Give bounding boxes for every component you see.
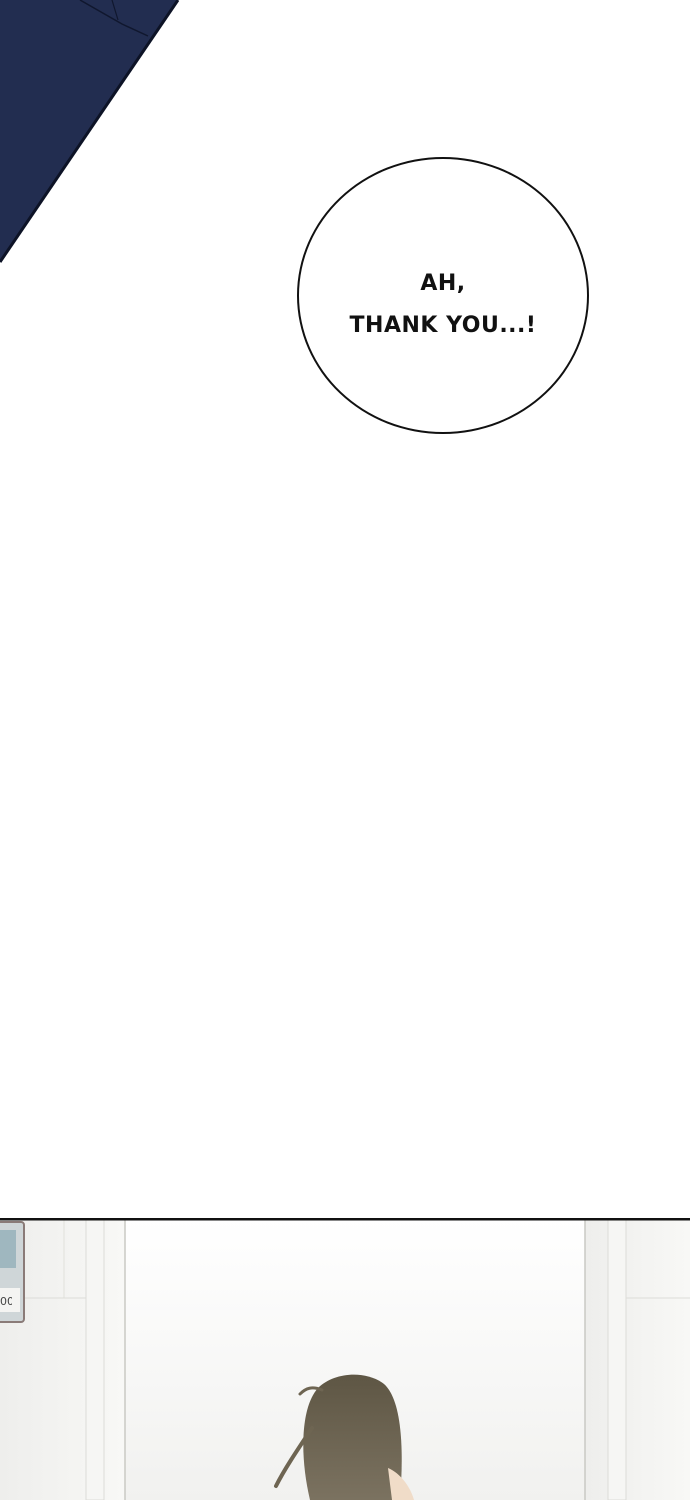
right-wall bbox=[585, 1218, 690, 1500]
figure-hair bbox=[303, 1374, 402, 1500]
comic-page: AH, THANK YOU...! 00 bbox=[0, 0, 690, 1500]
speech-bubble: AH, THANK YOU...! bbox=[297, 157, 589, 434]
wall-sign-text: 00 bbox=[0, 1295, 12, 1308]
speech-line-2: THANK YOU...! bbox=[349, 313, 537, 338]
speech-text: AH, THANK YOU...! bbox=[299, 263, 587, 347]
speech-line-1: AH, bbox=[420, 271, 466, 296]
wall-sign-picture bbox=[0, 1230, 16, 1268]
comic-panel bbox=[0, 1218, 690, 1500]
right-door-frame bbox=[607, 1218, 627, 1500]
left-door-frame bbox=[85, 1218, 105, 1500]
